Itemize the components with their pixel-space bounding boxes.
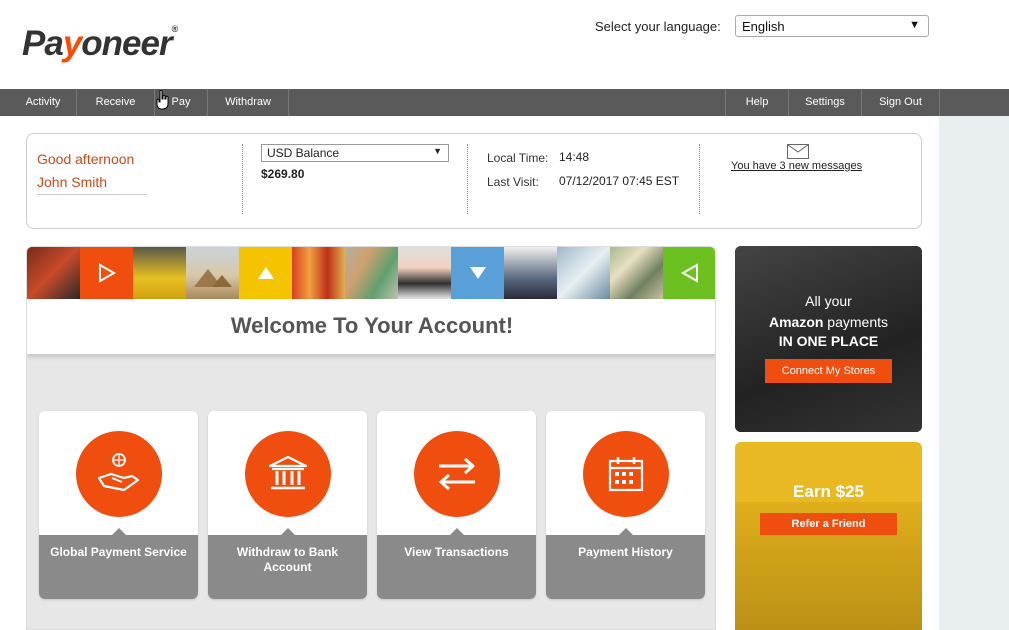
referral-ad-banner[interactable]: Earn $25 Refer a Friend xyxy=(735,442,922,630)
nav-item-activity[interactable]: Activity xyxy=(10,89,77,116)
banner-photo-pyramids xyxy=(186,247,239,299)
hand-cursor-icon xyxy=(156,90,169,110)
ad-amazon-line2: Amazon payments xyxy=(735,314,922,330)
card-label: Withdraw to Bank Account xyxy=(236,545,339,574)
banner-photo-city xyxy=(27,247,80,299)
user-name: John Smith xyxy=(37,174,108,190)
banner-photo-taxi xyxy=(133,247,186,299)
logo-text-part2: oneer xyxy=(81,24,172,63)
banner-photo-banknotes xyxy=(610,247,663,299)
pyramid-shape xyxy=(194,269,232,287)
nav-item-sign-out[interactable]: Sign Out xyxy=(861,89,940,116)
logo-accent-letter: y xyxy=(62,24,82,63)
payoneer-logo[interactable]: Payoneer® xyxy=(22,24,179,64)
card-label: Global Payment Service xyxy=(50,545,187,559)
banner-strip xyxy=(27,247,715,299)
balance-select-value: USD Balance xyxy=(267,146,340,160)
calendar-icon xyxy=(583,431,669,517)
amazon-ad-banner[interactable]: All your Amazon payments IN ONE PLACE Co… xyxy=(735,246,922,432)
ad-amazon-brand: Amazon xyxy=(768,314,824,330)
account-info-panel: Good afternoon John Smith USD Balance ▼ … xyxy=(26,133,922,229)
main-navbar: Activity Receive Pay Withdraw Help Setti… xyxy=(0,89,1009,116)
card-payment-history[interactable]: Payment History xyxy=(546,411,705,599)
language-select[interactable]: English ▼ xyxy=(735,15,929,37)
balance-amount: $269.80 xyxy=(261,167,305,181)
divider xyxy=(699,144,700,214)
ad-amazon-line1: All your xyxy=(805,293,852,309)
chevron-down-icon: ▼ xyxy=(909,19,920,31)
greeting-text: Good afternoon xyxy=(37,151,135,167)
local-time-value: 14:48 xyxy=(559,150,590,164)
greeting-underline xyxy=(37,194,147,195)
down-arrow-icon xyxy=(451,247,504,299)
balance-select[interactable]: USD Balance ▼ xyxy=(261,144,449,162)
card-global-payment-service[interactable]: Global Payment Service xyxy=(39,411,198,599)
card-label: View Transactions xyxy=(404,545,509,559)
banner-play-tile xyxy=(80,247,133,299)
card-view-transactions[interactable]: View Transactions xyxy=(377,411,536,599)
welcome-title: Welcome To Your Account! xyxy=(230,313,514,338)
global-payment-icon xyxy=(76,431,162,517)
banner-back-tile xyxy=(663,247,715,299)
last-visit-label: Last Visit: xyxy=(487,175,539,189)
card-label: Payment History xyxy=(578,545,673,559)
nav-item-help[interactable]: Help xyxy=(725,89,788,116)
banner-photo-building xyxy=(557,247,610,299)
play-arrow-icon xyxy=(80,247,133,299)
nav-item-receive[interactable]: Receive xyxy=(77,89,155,116)
back-arrow-icon xyxy=(663,247,715,299)
up-arrow-icon xyxy=(239,247,292,299)
banner-photo-dolls xyxy=(292,247,345,299)
divider xyxy=(242,144,243,214)
connect-my-stores-button[interactable]: Connect My Stores xyxy=(765,359,892,383)
refer-a-friend-button[interactable]: Refer a Friend xyxy=(760,513,897,535)
banner-photo-people xyxy=(504,247,557,299)
logo-registered-mark: ® xyxy=(171,24,179,34)
last-visit-value: 07/12/2017 07:45 EST xyxy=(559,174,680,188)
banner-down-tile xyxy=(451,247,504,299)
referral-title: Earn $25 xyxy=(793,482,864,501)
transactions-icon xyxy=(414,431,500,517)
chevron-down-icon: ▼ xyxy=(433,146,442,156)
ad-amazon-line3: IN ONE PLACE xyxy=(778,333,879,349)
language-label: Select your language: xyxy=(595,19,721,34)
messages-link[interactable]: You have 3 new messages xyxy=(731,160,862,172)
banner-up-tile xyxy=(239,247,292,299)
nav-item-settings[interactable]: Settings xyxy=(788,89,861,116)
logo-text-part1: Pa xyxy=(22,24,64,63)
banner-photo-money xyxy=(345,247,398,299)
banner-photo-woman xyxy=(398,247,451,299)
card-withdraw-to-bank-account[interactable]: Withdraw to Bank Account xyxy=(208,411,367,599)
language-value: English xyxy=(742,19,785,34)
divider xyxy=(467,144,468,214)
welcome-panel: Welcome To Your Account! Global Payment … xyxy=(26,246,716,630)
ad-amazon-line2-rest: payments xyxy=(823,314,889,330)
bank-icon xyxy=(245,431,331,517)
side-background xyxy=(939,116,1009,630)
envelope-icon[interactable] xyxy=(787,144,809,159)
nav-item-withdraw[interactable]: Withdraw xyxy=(208,89,289,116)
header: Payoneer® Select your language: English … xyxy=(0,0,1009,90)
welcome-bar: Welcome To Your Account! xyxy=(27,299,715,354)
local-time-label: Local Time: xyxy=(487,151,549,165)
